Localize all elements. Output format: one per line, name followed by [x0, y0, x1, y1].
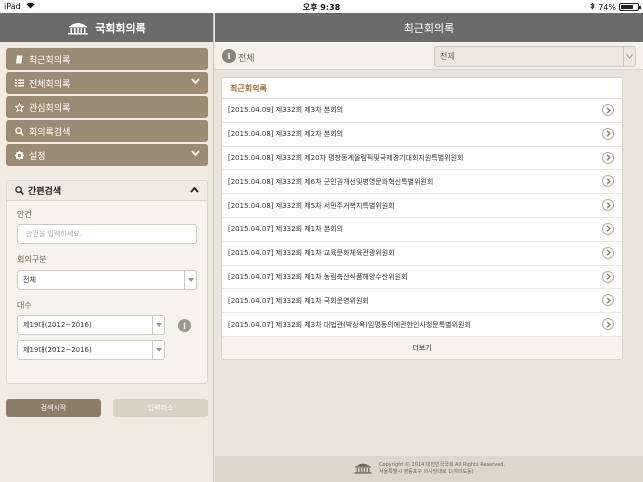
- quick-search-panel: 간편검색 안건 안건을 입력하세요. 회의구분 전체 대수 제19대(2012~…: [6, 180, 208, 384]
- sidebar-item-label: 회의록검색: [29, 127, 71, 138]
- sidebar-header: 국회회의록: [0, 13, 213, 42]
- chevron-right-icon: [602, 222, 614, 235]
- list-item[interactable]: [2015.04.08] 제332회 제5차 서민주거복지특별위원회: [222, 194, 622, 218]
- address-text: 서울특별시 영등포구 의사당대로 1(여의도동): [378, 469, 474, 475]
- search-icon: [15, 186, 24, 195]
- status-right: 74%: [590, 2, 641, 12]
- info-icon[interactable]: i: [222, 49, 236, 63]
- list-item-title: [2015.04.08] 제332회 제2차 본회의: [228, 130, 344, 139]
- chevron-right-icon: [602, 246, 614, 259]
- app-title: 국회회의록: [95, 21, 146, 35]
- sidebar-item-label: 최근회의록: [29, 55, 71, 66]
- chevron-right-icon: [602, 294, 614, 307]
- page-title: 최근회의록: [403, 21, 455, 35]
- list-item[interactable]: [2015.04.07] 제332회 제1차 농림축산식품해양수산위원회: [222, 266, 622, 290]
- star-icon: [14, 102, 25, 112]
- chevron-up-icon: [190, 186, 199, 197]
- search-start-button[interactable]: 검색시작: [6, 399, 101, 417]
- footer: Copyright © 2014 대한민국국회 All Rights Reser…: [215, 456, 643, 482]
- sidebar-item-search[interactable]: 회의록검색: [6, 120, 208, 142]
- session-from-value: 제19대(2012~2016): [23, 321, 92, 329]
- main-panel: 최근회의록 i 전체 전체 최근회의록 [2015.04.09] 제332회 제…: [215, 13, 643, 482]
- filter-label: 전체: [238, 54, 255, 64]
- list-item[interactable]: [2015.04.07] 제332회 제1차 국회운영위원회: [222, 289, 622, 314]
- main-header: 최근회의록: [215, 13, 643, 42]
- input-cancel-button[interactable]: 입력취소: [113, 399, 208, 417]
- session-to-value: 제19대(2012~2016): [23, 346, 92, 354]
- copyright-text: Copyright © 2014 대한민국국회 All Rights Reser…: [378, 462, 506, 468]
- session-from-select[interactable]: 제19대(2012~2016): [17, 315, 165, 335]
- agenda-placeholder: 안건을 입력하세요.: [26, 230, 82, 238]
- sidebar-menu: 최근회의록 전체회의록 관심회의록 회의록검색 설정: [6, 48, 208, 168]
- meeting-type-select[interactable]: 전체: [17, 270, 197, 290]
- chevron-down-icon: [152, 316, 164, 334]
- list-item-title: [2015.04.08] 제332회 제5차 서민주거복지특별위원회: [228, 201, 395, 210]
- list-item[interactable]: [2015.04.08] 제332회 제2차 본회의: [222, 123, 622, 147]
- session-to-select[interactable]: 제19대(2012~2016): [17, 340, 165, 360]
- sidebar-item-label: 전체회의록: [29, 79, 71, 90]
- filter-bar: i 전체 전체: [215, 42, 643, 70]
- session-label: 대수: [17, 301, 32, 310]
- list-rows: [2015.04.09] 제332회 제3차 본회의 [2015.04.08] 제…: [222, 99, 622, 337]
- chevron-right-icon: [602, 151, 614, 164]
- sidebar-item-label: 관심회의록: [29, 103, 71, 114]
- quick-search-header[interactable]: 간편검색: [7, 181, 207, 201]
- sidebar-item-favorites[interactable]: 관심회의록: [6, 96, 208, 118]
- list-item-title: [2015.04.08] 제332회 제20차 평창동계올림픽및국제경기대회지원…: [228, 153, 464, 162]
- list-icon: [14, 79, 25, 87]
- status-bar: iPad 오후 9:38 74%: [0, 0, 643, 13]
- list-item-title: [2015.04.07] 제332회 제1차 국회운영위원회: [228, 296, 369, 305]
- chevron-down-icon: [152, 341, 164, 359]
- more-button[interactable]: 더보기: [222, 336, 622, 359]
- meeting-type-label: 회의구분: [17, 255, 47, 264]
- sidebar-item-settings[interactable]: 설정: [6, 144, 208, 166]
- chevron-right-icon: [602, 318, 614, 331]
- search-icon: [14, 126, 25, 136]
- chevron-down-icon: [191, 149, 200, 160]
- chevron-right-icon: [602, 104, 614, 116]
- chevron-right-icon: [602, 270, 614, 283]
- list-item[interactable]: [2015.04.07] 제332회 제1차 본회의: [222, 218, 622, 242]
- assembly-logo-icon: [67, 21, 89, 35]
- list-item-title: [2015.04.07] 제332회 제1차 교육문화체육관광위원회: [228, 249, 395, 258]
- chevron-down-icon: [184, 271, 196, 289]
- list-item-title: [2015.04.07] 제332회 제1차 농림축산식품해양수산위원회: [228, 272, 408, 281]
- list-item[interactable]: [2015.04.08] 제332회 제20차 평창동계올림픽및국제경기대회지원…: [222, 147, 622, 171]
- status-time: 오후 9:38: [302, 3, 341, 12]
- sidebar: 국회회의록 최근회의록 전체회의록 관심회의록 회의록검색 설정 간편검색 안건…: [0, 13, 214, 482]
- battery-percent: 74%: [598, 2, 616, 12]
- chevron-down-icon: [623, 47, 635, 66]
- bluetooth-icon: [590, 2, 595, 12]
- meeting-type-value: 전체: [23, 276, 36, 284]
- list-item-title: [2015.04.07] 제332회 제3차 대법관(박상옥)임명동의에관한인사…: [228, 320, 471, 329]
- assembly-logo-icon: [353, 462, 373, 476]
- list-item[interactable]: [2015.04.08] 제332회 제6차 군인권개선및병영문화혁신특별위원회: [222, 170, 622, 195]
- list-item-title: [2015.04.07] 제332회 제1차 본회의: [228, 225, 344, 234]
- list-title: 최근회의록: [222, 78, 622, 99]
- filter-select[interactable]: 전체: [434, 46, 636, 67]
- agenda-input[interactable]: 안건을 입력하세요.: [17, 224, 197, 244]
- sidebar-item-label: 설정: [29, 151, 46, 162]
- chevron-down-icon: [191, 77, 200, 88]
- list-item[interactable]: [2015.04.09] 제332회 제3차 본회의: [222, 99, 622, 123]
- info-icon[interactable]: i: [178, 319, 191, 332]
- list-item[interactable]: [2015.04.07] 제332회 제1차 교육문화체육관광위원회: [222, 242, 622, 266]
- quick-search-title: 간편검색: [28, 187, 62, 197]
- gear-icon: [14, 150, 25, 160]
- chevron-right-icon: [602, 199, 614, 212]
- sidebar-item-all[interactable]: 전체회의록: [6, 72, 208, 94]
- agenda-label: 안건: [17, 210, 32, 219]
- filter-select-value: 전체: [440, 52, 455, 61]
- sidebar-item-recent[interactable]: 최근회의록: [6, 48, 208, 70]
- recent-minutes-list: 최근회의록 [2015.04.09] 제332회 제3차 본회의 [2015.04…: [221, 77, 623, 360]
- chevron-right-icon: [602, 175, 614, 188]
- document-icon: [14, 55, 25, 64]
- chevron-right-icon: [602, 127, 614, 140]
- list-item-title: [2015.04.08] 제332회 제6차 군인권개선및병영문화혁신특별위원회: [228, 177, 434, 186]
- battery-icon: [619, 3, 641, 11]
- footer-text: Copyright © 2014 대한민국국회 All Rights Reser…: [379, 462, 505, 476]
- list-item[interactable]: [2015.04.07] 제332회 제3차 대법관(박상옥)임명동의에관한인사…: [222, 313, 622, 337]
- list-item-title: [2015.04.09] 제332회 제3차 본회의: [228, 106, 344, 115]
